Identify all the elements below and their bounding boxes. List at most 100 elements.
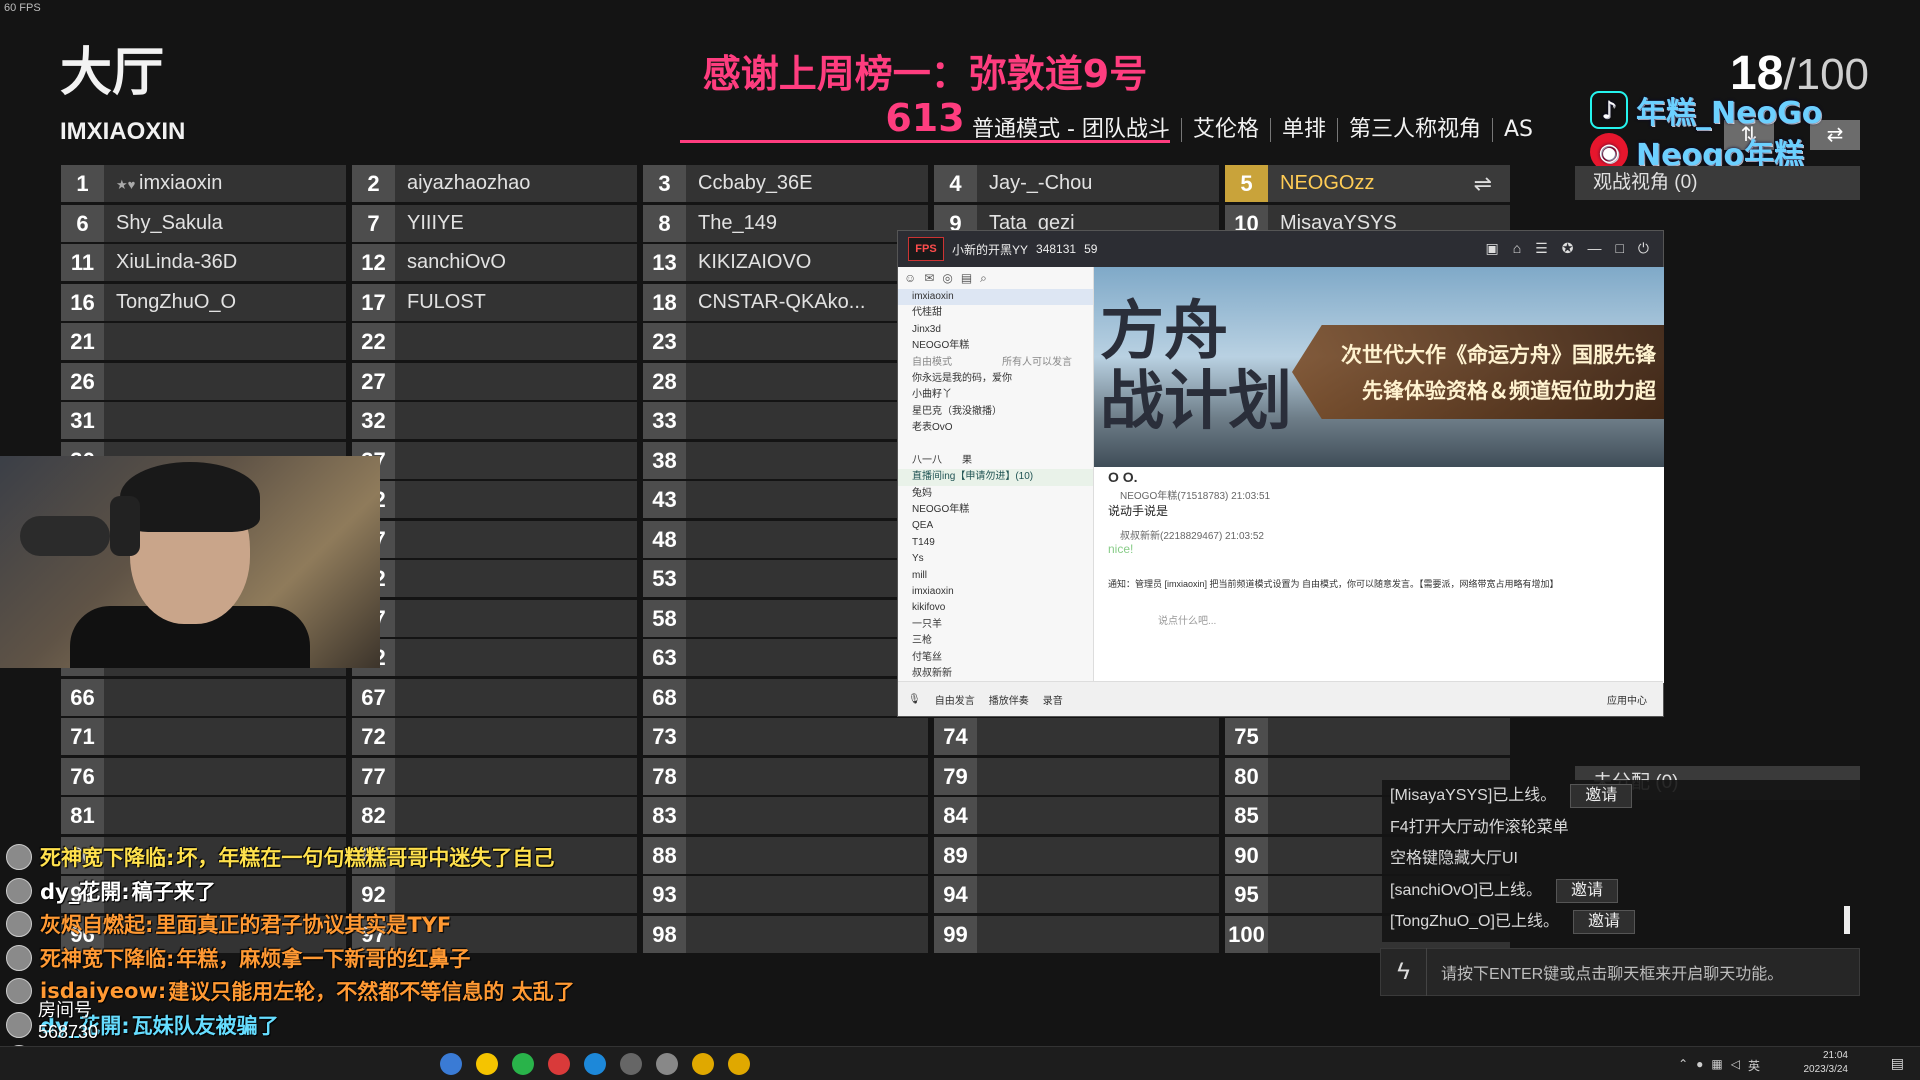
player-slot[interactable]: 94 <box>934 876 1219 913</box>
yy-member-item[interactable]: mill <box>898 568 1093 584</box>
app-icon[interactable] <box>692 1053 714 1075</box>
yy-member-item[interactable]: kikifovo <box>898 600 1093 616</box>
yy-member-item[interactable]: 叔叔新新 <box>898 666 1093 682</box>
yy-member-item[interactable]: 付笔丝 <box>898 650 1093 666</box>
player-slot[interactable]: 62 <box>352 639 637 676</box>
steam-icon[interactable] <box>620 1053 642 1075</box>
player-slot[interactable]: 83 <box>643 797 928 834</box>
player-slot[interactable]: 7 YIIIYE <box>352 204 637 242</box>
player-slot[interactable]: 57 <box>352 599 637 637</box>
browser-icon[interactable] <box>440 1053 462 1075</box>
player-slot[interactable]: 2 aiyazhaozhao <box>352 165 637 202</box>
location-icon[interactable]: ◎ <box>942 271 952 285</box>
yy-member-item[interactable]: T149 <box>898 535 1093 551</box>
player-slot[interactable]: 98 <box>643 915 928 953</box>
yy-member-item[interactable]: imxiaoxin <box>898 584 1093 600</box>
yy-admin-item[interactable]: imxiaoxin <box>898 289 1093 306</box>
minimize-icon[interactable]: — <box>1587 240 1601 257</box>
player-slot[interactable]: 53 <box>643 560 928 597</box>
player-slot[interactable]: 99 <box>934 915 1219 953</box>
player-slot[interactable]: 92 <box>352 876 637 913</box>
doc-icon[interactable]: ▤ <box>961 271 972 285</box>
player-slot[interactable]: 4 Jay-_-Chou <box>934 165 1219 202</box>
player-slot[interactable]: 93 <box>643 876 928 913</box>
yy-admin-item[interactable]: Jinx3d <box>898 322 1093 338</box>
player-slot[interactable]: 23 <box>643 323 928 360</box>
power-icon[interactable]: ⏻ <box>1638 240 1649 257</box>
app-icon[interactable] <box>512 1053 534 1075</box>
network-icon[interactable]: ▦ <box>1711 1057 1722 1074</box>
player-slot[interactable]: 5 NEOGOzz ⇌ <box>1225 165 1510 202</box>
list-icon[interactable]: ☰ <box>1535 240 1548 257</box>
yy-member-item[interactable]: 小曲籽丫 <box>898 387 1093 403</box>
yy-member-item[interactable]: 兔妈 <box>898 486 1093 502</box>
player-slot[interactable]: 6 Shy_Sakula <box>61 204 346 242</box>
yy-member-item[interactable] <box>898 437 1093 453</box>
player-slot[interactable]: 72 <box>352 718 637 755</box>
player-slot[interactable]: 8 The_149 <box>643 204 928 242</box>
app-icon[interactable] <box>476 1053 498 1075</box>
search-icon[interactable]: ⌕ <box>980 271 987 285</box>
chat-icon[interactable]: ✉ <box>924 271 934 285</box>
app-icon[interactable] <box>656 1053 678 1075</box>
app-icon[interactable] <box>728 1053 750 1075</box>
mic-icon[interactable]: 🎙 <box>908 694 921 705</box>
player-slot[interactable]: 82 <box>352 797 637 834</box>
player-slot[interactable]: 21 <box>61 323 346 360</box>
player-slot[interactable]: 32 <box>352 402 637 439</box>
yy-member-item[interactable]: 老表OvO <box>898 420 1093 436</box>
player-slot[interactable]: 26 <box>61 362 346 400</box>
yy-admin-item[interactable]: NEOGO年糕 <box>898 338 1093 354</box>
yy-voice-window[interactable]: FPS 小新的开黑YY 348131 59 ▣ ⌂ ☰ ✪ — □ ⏻ ☺ ✉ … <box>897 230 1664 717</box>
player-slot[interactable]: 18 CNSTAR-QKAko... <box>643 283 928 321</box>
home-icon[interactable]: ⌂ <box>1513 240 1521 257</box>
player-slot[interactable]: 1 ★♥ imxiaoxin <box>61 165 346 202</box>
yy-member-item[interactable]: 三枪 <box>898 633 1093 649</box>
log-scrollbar[interactable] <box>1844 906 1850 934</box>
yy-member-item[interactable]: QEA <box>898 518 1093 534</box>
player-slot[interactable]: 88 <box>643 836 928 874</box>
mic-tray-icon[interactable]: ● <box>1696 1057 1703 1074</box>
player-slot[interactable]: 37 <box>352 441 637 479</box>
player-slot[interactable]: 58 <box>643 599 928 637</box>
player-slot[interactable]: 12 sanchiOvO <box>352 244 637 281</box>
player-slot[interactable]: 76 <box>61 757 346 795</box>
player-slot[interactable]: 48 <box>643 520 928 558</box>
yy-member-item[interactable]: NEOGO年糕 <box>898 502 1093 518</box>
player-slot[interactable]: 16 TongZhuO_O <box>61 283 346 321</box>
user-icon[interactable]: ☺ <box>904 271 916 285</box>
player-slot[interactable]: 75 <box>1225 718 1510 755</box>
video-icon[interactable]: ▣ <box>1485 240 1498 257</box>
player-slot[interactable]: 31 <box>61 402 346 439</box>
yy-titlebar[interactable]: FPS 小新的开黑YY 348131 59 ▣ ⌂ ☰ ✪ — □ ⏻ <box>898 231 1663 267</box>
player-slot[interactable]: 81 <box>61 797 346 834</box>
yy-channel-group[interactable]: 直播间ing【申请勿进】(10) <box>898 469 1093 486</box>
player-slot[interactable]: 52 <box>352 560 637 597</box>
invite-button[interactable]: 邀请 <box>1570 784 1633 808</box>
gamepad-icon[interactable]: ✪ <box>1562 240 1574 257</box>
player-slot[interactable]: 22 <box>352 323 637 360</box>
player-slot[interactable]: 3 Ccbaby_36E <box>643 165 928 202</box>
lightning-icon[interactable]: ϟ <box>1381 948 1427 996</box>
player-slot[interactable]: 77 <box>352 757 637 795</box>
yy-ad-banner[interactable]: 方舟 战计划 次世代大作《命运方舟》国服先锋 先锋体验资格＆频道短位助力超 <box>1094 267 1664 467</box>
invite-button[interactable]: 邀请 <box>1556 878 1619 903</box>
chevron-up-icon[interactable]: ⌃ <box>1678 1057 1688 1074</box>
volume-icon[interactable]: ◁ <box>1731 1057 1740 1074</box>
player-slot[interactable]: 89 <box>934 836 1219 874</box>
player-slot[interactable]: 28 <box>643 362 928 400</box>
player-slot[interactable]: 78 <box>643 757 928 795</box>
player-slot[interactable]: 73 <box>643 718 928 755</box>
yy-admin-item[interactable]: 代桂甜 <box>898 305 1093 321</box>
yy-member-item[interactable]: 八一八 果 <box>898 453 1093 469</box>
player-slot[interactable]: 67 <box>352 678 637 716</box>
player-slot[interactable]: 71 <box>61 718 346 755</box>
notification-icon[interactable]: ▤ <box>1891 1055 1904 1072</box>
player-slot[interactable]: 42 <box>352 481 637 518</box>
spectate-panel[interactable]: 观战视角 (0) <box>1575 166 1860 200</box>
app-icon[interactable] <box>584 1053 606 1075</box>
yy-chat-input[interactable]: 说点什么吧... <box>1108 609 1648 635</box>
player-slot[interactable]: 11 XiuLinda-36D <box>61 244 346 281</box>
yy-member-item[interactable]: 星巴克（我没撤播） <box>898 404 1093 420</box>
player-slot[interactable]: 38 <box>643 441 928 479</box>
